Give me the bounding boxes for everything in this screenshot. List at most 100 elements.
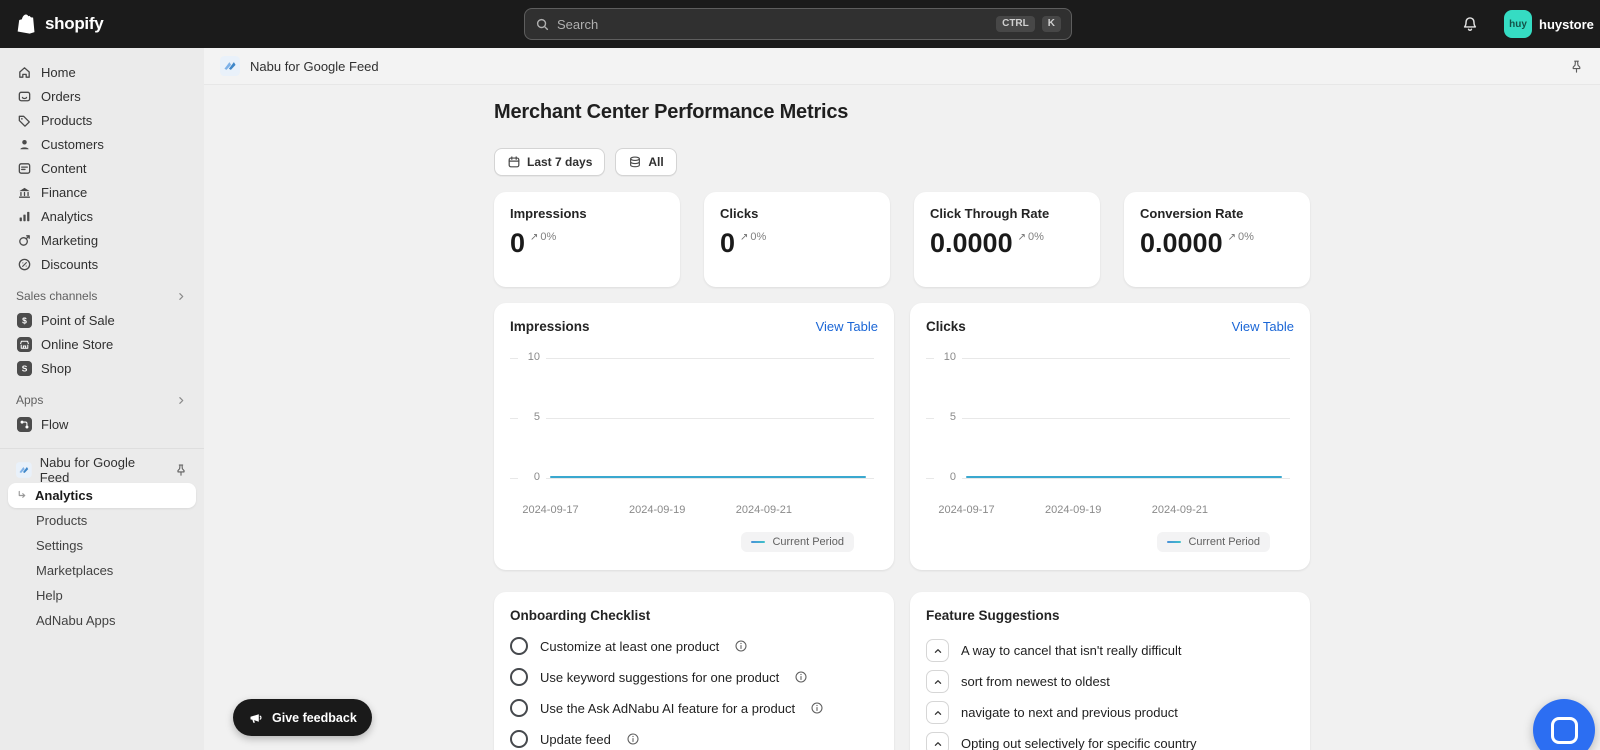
checklist-label: Use keyword suggestions for one product — [540, 669, 780, 685]
suggestions-title: Feature Suggestions — [926, 608, 1060, 623]
chevron-up-icon — [934, 710, 941, 715]
apps-header[interactable]: Apps — [16, 393, 188, 407]
checkbox[interactable] — [510, 668, 528, 686]
view-table-link[interactable]: View Table — [1232, 319, 1294, 334]
search-icon — [536, 18, 549, 30]
y-tick-label: 0 — [533, 471, 540, 483]
info-icon[interactable] — [626, 732, 640, 746]
sidebar-subitem-marketplaces[interactable]: Marketplaces — [8, 558, 196, 583]
upvote-button[interactable] — [926, 639, 949, 662]
tag-icon — [16, 113, 32, 128]
sidebar-item-label: Content — [41, 160, 87, 176]
x-tick-label: 2024-09-21 — [1151, 504, 1209, 516]
svg-text:$: $ — [22, 315, 27, 325]
sidebar-item-label: Orders — [41, 88, 81, 104]
checkbox[interactable] — [510, 730, 528, 748]
upvote-button[interactable] — [926, 701, 949, 724]
flow-icon — [16, 416, 32, 432]
checklist-item: Use the Ask AdNabu AI feature for a prod… — [510, 699, 878, 717]
sidebar-item-shop[interactable]: S Shop — [8, 356, 196, 380]
onboarding-checklist-card: Onboarding Checklist Customize at least … — [494, 592, 894, 750]
scope-filter-button[interactable]: All — [615, 148, 677, 176]
sidebar-item-customers[interactable]: Customers — [8, 132, 196, 156]
sidebar-item-label: Flow — [41, 416, 69, 432]
sidebar-subitem-adnabu-apps[interactable]: AdNabu Apps — [8, 608, 196, 633]
sidebar-subitem-label: Help — [36, 588, 63, 603]
sidebar-item-home[interactable]: Home — [8, 60, 196, 84]
shopify-logo[interactable]: shopify — [0, 12, 104, 36]
user-menu[interactable]: huy huystore — [1500, 0, 1600, 48]
sidebar-item-finance[interactable]: Finance — [8, 180, 196, 204]
sidebar-subitem-label: Settings — [36, 538, 83, 553]
sidebar-item-label: Customers — [41, 136, 104, 152]
legend-label: Current Period — [1188, 536, 1260, 548]
sidebar-subitem-label: AdNabu Apps — [36, 613, 116, 628]
sidebar-item-point-of-sale[interactable]: $ Point of Sale — [8, 308, 196, 332]
sales-channels-header[interactable]: Sales channels — [16, 289, 188, 303]
finance-icon — [16, 185, 32, 200]
chart-legend[interactable]: Current Period — [1157, 532, 1270, 552]
sidebar-app-nabu[interactable]: Nabu for Google Feed — [8, 455, 196, 485]
orders-icon — [16, 89, 32, 104]
legend-line-swatch — [1167, 540, 1182, 544]
x-tick-label: 2024-09-19 — [1045, 504, 1102, 516]
charts-row: Impressions View Table 10 5 0 2024-09-17… — [494, 303, 1310, 570]
y-tick-label: 0 — [949, 471, 956, 483]
sidebar: Home Orders Products Customers Content F… — [0, 48, 204, 750]
y-tick-label: 10 — [943, 351, 956, 363]
sidebar-item-discounts[interactable]: Discounts — [8, 252, 196, 276]
app-nav-label: Nabu for Google Feed — [39, 455, 136, 485]
info-icon[interactable] — [794, 670, 808, 684]
topbar-right: huy huystore — [1454, 0, 1600, 48]
sidebar-subitem-products[interactable]: Products — [8, 508, 196, 533]
chart-legend[interactable]: Current Period — [741, 532, 854, 552]
sidebar-item-flow[interactable]: Flow — [8, 412, 196, 436]
nabu-app-icon — [220, 56, 240, 76]
analytics-icon — [16, 209, 32, 224]
upvote-button[interactable] — [926, 670, 949, 693]
give-feedback-label: Give feedback — [272, 710, 357, 725]
metric-value: 0.0000 — [1140, 228, 1223, 258]
checklist-item: Customize at least one product — [510, 637, 878, 655]
sidebar-item-label: Home — [41, 64, 76, 80]
filter-row: Last 7 days All — [494, 148, 1310, 176]
metric-value: 0 — [510, 228, 526, 258]
sidebar-subitem-analytics[interactable]: Analytics — [8, 483, 196, 508]
sidebar-item-products[interactable]: Products — [8, 108, 196, 132]
info-icon[interactable] — [734, 639, 748, 653]
chevron-up-icon — [934, 741, 941, 746]
shop-icon: S — [16, 360, 32, 376]
notifications-button[interactable] — [1454, 8, 1486, 40]
global-search[interactable]: CTRL K — [524, 8, 1072, 40]
search-input[interactable] — [557, 16, 990, 32]
info-icon[interactable] — [810, 701, 824, 715]
pos-icon: $ — [16, 312, 32, 328]
pin-icon[interactable] — [174, 463, 188, 477]
k-key: K — [1041, 16, 1061, 32]
checklist-item: Update feed — [510, 730, 878, 748]
view-table-link[interactable]: View Table — [816, 319, 878, 334]
date-range-filter-button[interactable]: Last 7 days — [494, 148, 606, 176]
sidebar-item-marketing[interactable]: Marketing — [8, 228, 196, 252]
metric-card-clicks: Clicks 0 ↗ 0% — [704, 192, 890, 287]
page-title: Merchant Center Performance Metrics — [494, 101, 849, 123]
sidebar-item-content[interactable]: Content — [8, 156, 196, 180]
suggestion-label: Opting out selectively for specific coun… — [961, 736, 1197, 750]
impressions-chart-card: Impressions View Table 10 5 0 2024-09-17… — [494, 303, 894, 570]
give-feedback-button[interactable]: Give feedback — [233, 699, 372, 736]
sidebar-subitem-help[interactable]: Help — [8, 583, 196, 608]
suggestion-item: navigate to next and previous product — [926, 701, 1294, 724]
pin-icon[interactable] — [1569, 59, 1584, 74]
checklist-item: Use keyword suggestions for one product — [510, 668, 878, 686]
checkbox[interactable] — [510, 637, 528, 655]
upvote-button[interactable] — [926, 732, 949, 750]
marketing-icon — [16, 233, 32, 248]
sidebar-item-online-store[interactable]: Online Store — [8, 332, 196, 356]
sidebar-item-analytics[interactable]: Analytics — [8, 204, 196, 228]
sidebar-subitem-settings[interactable]: Settings — [8, 533, 196, 558]
checkbox[interactable] — [510, 699, 528, 717]
online-store-icon — [16, 336, 32, 352]
sidebar-item-orders[interactable]: Orders — [8, 84, 196, 108]
y-tick-label: 5 — [533, 411, 540, 423]
trend-up-icon: ↗ — [1017, 231, 1026, 243]
